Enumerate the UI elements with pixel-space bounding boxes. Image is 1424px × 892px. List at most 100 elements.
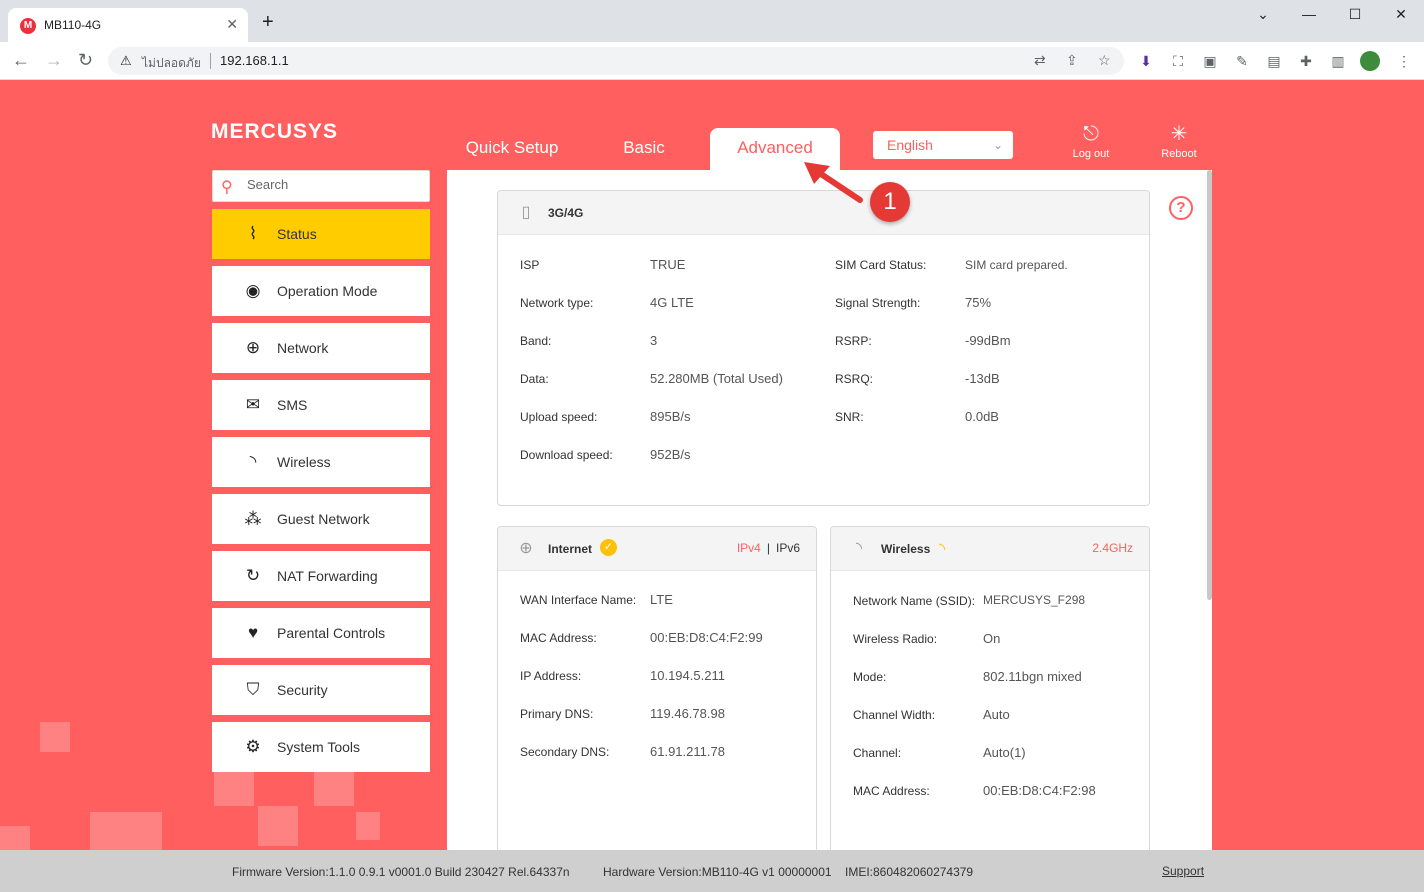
- sidebar-item-label: SMS: [277, 397, 308, 413]
- capture-extension-icon[interactable]: ▤: [1266, 53, 1282, 69]
- sidebar-item-security[interactable]: ⛉ Security: [212, 665, 430, 715]
- sidebar-item-status[interactable]: ⌇ Status: [212, 209, 430, 259]
- reboot-button[interactable]: ✳ Reboot: [1149, 122, 1209, 160]
- ipv-separator: |: [766, 541, 770, 555]
- upload-speed-value: 895B/s: [650, 409, 691, 424]
- channel-label: Channel:: [853, 746, 902, 760]
- screenshot-extension-icon[interactable]: ⛶: [1170, 53, 1186, 69]
- sidebar-item-system-tools[interactable]: ⚙ System Tools: [212, 722, 430, 772]
- band-value: 3: [650, 333, 658, 348]
- data-value: 52.280MB (Total Used): [650, 371, 783, 386]
- security-status[interactable]: ไม่ปลอดภัย: [142, 54, 201, 73]
- sidebar-item-sms[interactable]: ✉ SMS: [212, 380, 430, 430]
- decorative-square: [90, 812, 162, 850]
- edit-extension-icon[interactable]: ✎: [1234, 53, 1250, 69]
- card-title: 3G/4G: [548, 206, 584, 220]
- channel-value: Auto(1): [983, 745, 1026, 760]
- globe-icon: ⊕: [245, 338, 261, 357]
- decorative-square: [258, 806, 298, 846]
- mac-address-label: MAC Address:: [520, 631, 597, 645]
- cast-extension-icon[interactable]: ▣: [1202, 53, 1218, 69]
- extensions-puzzle-icon[interactable]: ✚: [1298, 53, 1314, 69]
- ipv4-link[interactable]: IPv4: [737, 541, 761, 555]
- new-tab-icon[interactable]: +: [262, 12, 274, 32]
- profile-avatar[interactable]: [1360, 51, 1380, 71]
- bookmark-star-icon[interactable]: ☆: [1098, 52, 1111, 69]
- imei: IMEI:860482060274379: [845, 865, 974, 879]
- translate-icon[interactable]: ⇄: [1034, 52, 1046, 69]
- wireless-card: ◝ Wireless ◝ 2.4GHz Network Name (SSID):…: [830, 526, 1150, 866]
- toggle-icon: ◉: [245, 281, 261, 300]
- sidebar-item-label: Operation Mode: [277, 283, 378, 299]
- sidebar-item-label: Guest Network: [277, 511, 370, 527]
- card-title: Internet: [548, 542, 593, 556]
- scrollbar[interactable]: [1207, 170, 1212, 600]
- minimize-icon[interactable]: —: [1286, 6, 1332, 22]
- mac-address-value: 00:EB:D8:C4:F2:99: [650, 630, 763, 645]
- sim-status-value: SIM card prepared.: [965, 258, 1068, 272]
- wan-interface-label: WAN Interface Name:: [520, 593, 637, 607]
- language-select[interactable]: English ⌄: [873, 131, 1013, 159]
- reboot-label: Reboot: [1161, 148, 1197, 160]
- ipv6-link[interactable]: IPv6: [776, 541, 800, 555]
- search-input[interactable]: [247, 177, 417, 192]
- url-text[interactable]: 192.168.1.1: [220, 53, 289, 68]
- nat-icon: ↻: [245, 566, 261, 585]
- chevron-down-icon: ⌄: [992, 138, 1003, 152]
- sim-card-icon: ▯: [521, 204, 531, 221]
- warning-icon[interactable]: ⚠: [120, 53, 132, 69]
- snr-label: SNR:: [835, 410, 864, 424]
- browser-menu-icon[interactable]: ⋮: [1396, 53, 1412, 69]
- internet-card: ⊕ Internet ✓ IPv4 | IPv6 WAN Interface Nam…: [497, 526, 817, 866]
- back-icon[interactable]: ←: [12, 50, 30, 70]
- share-icon[interactable]: ⇪: [1066, 52, 1078, 69]
- sidebar-item-nat-forwarding[interactable]: ↻ NAT Forwarding: [212, 551, 430, 601]
- snr-value: 0.0dB: [965, 409, 999, 424]
- isp-value: TRUE: [650, 257, 686, 272]
- tab-search-chevron-icon[interactable]: ⌄: [1240, 6, 1286, 23]
- tab-title: MB110-4G: [44, 18, 102, 32]
- rsrp-value: -99dBm: [965, 333, 1011, 348]
- pulse-icon: ⌇: [248, 224, 258, 243]
- primary-dns-label: Primary DNS:: [520, 707, 594, 721]
- decorative-square: [214, 772, 254, 806]
- download-extension-icon[interactable]: ⬇: [1138, 53, 1154, 69]
- band-label: Band:: [520, 334, 552, 348]
- hardware-version: Hardware Version:MB110-4G v1 00000001: [603, 865, 832, 879]
- help-icon[interactable]: ?: [1169, 196, 1193, 220]
- sidebar-item-network[interactable]: ⊕ Network: [212, 323, 430, 373]
- sidebar-item-label: Parental Controls: [277, 625, 386, 641]
- sidebar-item-guest-network[interactable]: ⁂ Guest Network: [212, 494, 430, 544]
- browser-toolbar: ← → ↻ ⚠ ไม่ปลอดภัย 192.168.1.1 ⇄ ⇪ ☆ ⬇ ⛶…: [0, 42, 1424, 80]
- close-window-icon[interactable]: ✕: [1378, 6, 1424, 23]
- mercusys-logo: MERCUSYS: [211, 120, 339, 143]
- side-panel-icon[interactable]: ▥: [1330, 53, 1346, 69]
- logout-button[interactable]: ⎋ Log out: [1061, 122, 1121, 160]
- mercusys-favicon-icon: M: [20, 18, 36, 34]
- browser-tabstrip: M MB110-4G ✕ + ⌄ — ☐ ✕: [0, 0, 1424, 42]
- footer: Firmware Version:1.1.0 0.9.1 v0001.0 Bui…: [0, 850, 1424, 892]
- rsrp-label: RSRP:: [835, 334, 872, 348]
- sidebar-item-operation-mode[interactable]: ◉ Operation Mode: [212, 266, 430, 316]
- support-link[interactable]: Support: [1162, 864, 1204, 878]
- maximize-icon[interactable]: ☐: [1332, 6, 1378, 23]
- sidebar-item-wireless[interactable]: ◝ Wireless: [212, 437, 430, 487]
- tab-basic[interactable]: Basic: [604, 128, 684, 170]
- browser-tab[interactable]: M MB110-4G ✕: [8, 8, 248, 42]
- firmware-version: Firmware Version:1.1.0 0.9.1 v0001.0 Bui…: [232, 865, 570, 879]
- shield-icon: ⛉: [246, 680, 260, 699]
- wifi-status-icon: ◝: [939, 541, 946, 558]
- forward-icon[interactable]: →: [45, 50, 63, 70]
- rsrq-value: -13dB: [965, 371, 1000, 386]
- secondary-dns-value: 61.91.211.78: [650, 744, 725, 759]
- language-value: English: [887, 137, 933, 153]
- reload-icon[interactable]: ↻: [78, 50, 93, 70]
- tab-close-icon[interactable]: ✕: [226, 16, 238, 33]
- ip-address-label: IP Address:: [520, 669, 582, 683]
- globe-icon: ⊕: [519, 540, 533, 557]
- sidebar-item-parental-controls[interactable]: ♥ Parental Controls: [212, 608, 430, 658]
- tab-quick-setup[interactable]: Quick Setup: [460, 128, 564, 170]
- check-circle-icon: ✓: [600, 539, 617, 556]
- address-bar[interactable]: ⚠ ไม่ปลอดภัย 192.168.1.1 ⇄ ⇪ ☆: [108, 47, 1124, 75]
- sidebar-item-label: Wireless: [277, 454, 331, 470]
